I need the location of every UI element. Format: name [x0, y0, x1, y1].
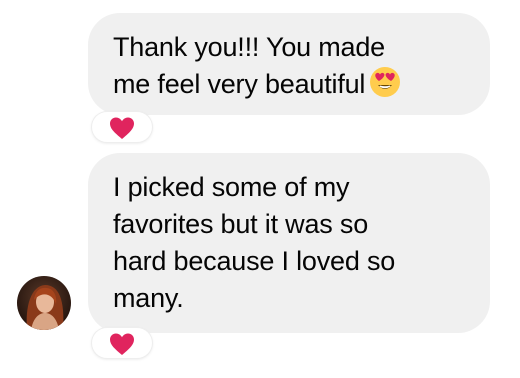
red-heart-icon [110, 117, 134, 139]
message-text-line: hard because I loved so [113, 246, 396, 276]
message-text-line: many. [113, 283, 184, 313]
sender-avatar[interactable] [17, 276, 71, 330]
heart-reaction[interactable] [92, 328, 152, 358]
message-text-line: favorites but it was so [113, 209, 369, 239]
message-bubble[interactable]: I picked some of my favorites but it was… [88, 153, 490, 333]
message-text-line: I picked some of my [113, 172, 350, 202]
red-heart-icon [110, 333, 134, 355]
message-text-line: me feel very beautiful [113, 66, 401, 107]
message-bubble[interactable]: Thank you!!! You made me feel very beaut… [88, 13, 490, 115]
avatar-photo-icon [17, 276, 71, 330]
heart-eyes-emoji-icon [369, 66, 401, 107]
message-text-line: Thank you!!! You made [113, 32, 385, 62]
heart-reaction[interactable] [92, 112, 152, 142]
message-text-segment: me feel very beautiful [113, 69, 366, 99]
